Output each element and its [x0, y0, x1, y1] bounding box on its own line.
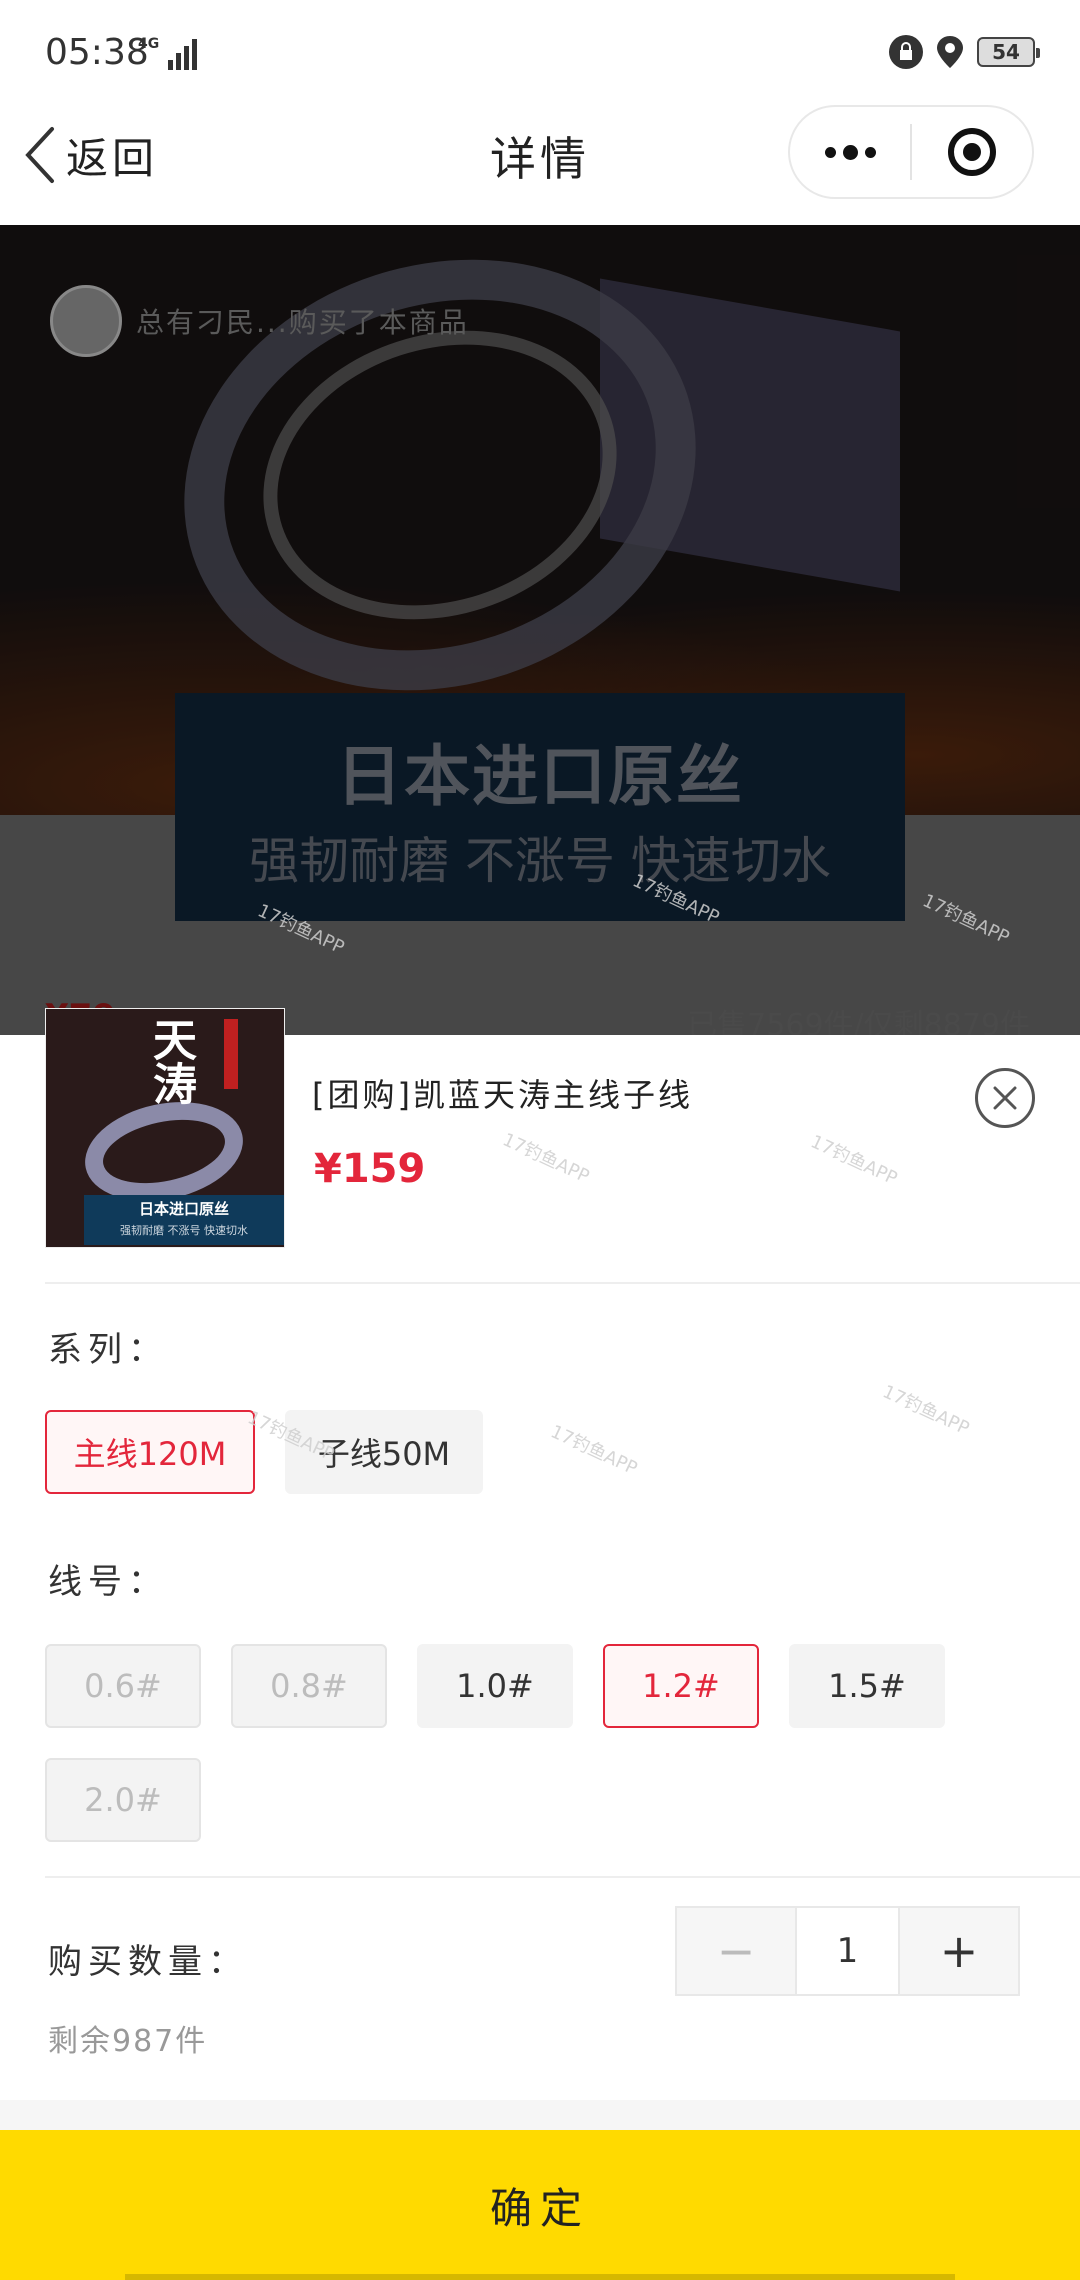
- thumbnail-title: 天涛: [145, 1017, 196, 1105]
- thumbnail-banner-subtitle: 强韧耐磨 不涨号 快速切水: [120, 1224, 248, 1237]
- increase-button[interactable]: +: [900, 1908, 1018, 1994]
- buyer-notice-text: 总有刁民...购买了本商品: [136, 306, 469, 339]
- size-option-2-0[interactable]: 2.0#: [45, 1758, 201, 1842]
- quantity-label: 购买数量：: [48, 1942, 248, 1982]
- watermark: 17钓鱼APP: [547, 1421, 641, 1480]
- nav-bar: 返回 详情: [0, 105, 1080, 225]
- quantity-value[interactable]: 1: [795, 1908, 900, 1994]
- location-icon: [935, 34, 965, 70]
- avatar: [50, 285, 122, 357]
- close-sheet-button[interactable]: [975, 1068, 1035, 1128]
- size-option-1-5[interactable]: 1.5#: [789, 1644, 945, 1728]
- size-option-0-6[interactable]: 0.6#: [45, 1644, 201, 1728]
- network-type: 4G: [138, 36, 160, 52]
- status-time: 05:38: [45, 32, 149, 73]
- series-option-sub-50m[interactable]: 子线50M: [285, 1410, 483, 1494]
- confirm-button[interactable]: 确定: [0, 2130, 1080, 2280]
- signal-icon: [168, 38, 198, 70]
- close-icon: [993, 1086, 1017, 1110]
- status-bar: 05:38 4G 54: [0, 0, 1080, 105]
- size-label: 线号：: [48, 1562, 168, 1602]
- decrease-button[interactable]: −: [677, 1908, 795, 1994]
- size-option-1-0[interactable]: 1.0#: [417, 1644, 573, 1728]
- quantity-stepper: − 1 +: [675, 1906, 1020, 1996]
- close-program-button[interactable]: [912, 107, 1032, 197]
- watermark: 17钓鱼APP: [499, 1129, 593, 1188]
- more-dots-icon: [824, 144, 876, 160]
- remaining-stock: 剩余987件: [48, 2024, 208, 2059]
- series-option-main-120m[interactable]: 主线120M: [45, 1410, 255, 1494]
- product-price: ¥159: [314, 1146, 426, 1192]
- size-option-0-8[interactable]: 0.8#: [231, 1644, 387, 1728]
- product-hero-image: 日本进口原丝 强韧耐磨 不涨号 快速切水 总有刁民...购买了本商品 17钓鱼A…: [0, 225, 1080, 1035]
- confirm-shadow: [125, 2274, 955, 2280]
- mini-program-capsule: [788, 105, 1034, 199]
- buyer-notice: 总有刁民...购买了本商品: [50, 285, 469, 357]
- product-thumbnail: 天涛 日本进口原丝 强韧耐磨 不涨号 快速切水: [45, 1008, 285, 1248]
- rotation-lock-icon: [889, 35, 923, 69]
- sku-selector-sheet: 天涛 日本进口原丝 强韧耐磨 不涨号 快速切水 [团购]凯蓝天涛主线子线 ¥15…: [0, 1008, 1080, 2280]
- watermark: 17钓鱼APP: [879, 1381, 973, 1440]
- size-option-1-2[interactable]: 1.2#: [603, 1644, 759, 1728]
- sold-info: 已售7569件/仅剩8879件: [687, 1008, 1030, 1035]
- watermark: 17钓鱼APP: [807, 1131, 901, 1190]
- thumbnail-banner-title: 日本进口原丝: [138, 1200, 229, 1218]
- battery-icon: 54: [977, 37, 1040, 67]
- battery-level: 54: [992, 40, 1020, 64]
- target-icon: [948, 128, 996, 176]
- more-menu-button[interactable]: [790, 107, 910, 197]
- series-label: 系列：: [48, 1330, 168, 1370]
- product-name: [团购]凯蓝天涛主线子线: [312, 1076, 693, 1114]
- divider: [45, 1282, 1080, 1284]
- divider: [45, 1876, 1080, 1878]
